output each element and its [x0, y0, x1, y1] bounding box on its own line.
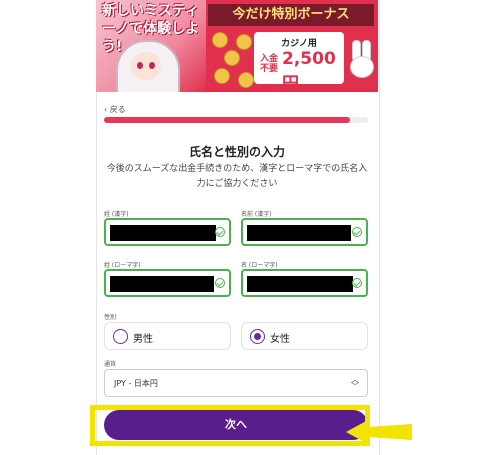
currency-select[interactable]: JPY - 日本円 ︿ ﹀	[104, 369, 368, 397]
redacted-value	[110, 225, 216, 241]
radio-circle-icon	[113, 329, 128, 344]
bonus-amount: 2,500円	[282, 49, 336, 92]
first-name-roman-label: 名 (ローマ字)	[241, 262, 278, 269]
last-name-roman-label: 姓 (ローマ字)	[104, 262, 141, 269]
coin-icon	[238, 72, 254, 88]
coin-icon	[224, 50, 240, 66]
coin-icon	[236, 34, 252, 50]
first-name-kanji-label: 名前 (漢字)	[241, 211, 272, 218]
check-icon	[352, 278, 362, 288]
back-label: 戻る	[109, 105, 126, 114]
check-icon	[215, 227, 225, 237]
progress-fill	[104, 117, 350, 123]
last-name-kanji-label: 姓 (漢字)	[104, 211, 129, 218]
bunny-mascot-icon	[348, 40, 374, 84]
character-face	[131, 52, 161, 80]
highlight-frame	[90, 405, 370, 446]
redacted-value	[247, 225, 351, 241]
coin-icon	[214, 68, 230, 84]
check-icon	[215, 278, 225, 288]
gender-female-label: 女性	[270, 334, 290, 345]
form-description: 今後のスムーズな出金手続きのため、漢字とローマ字での氏名入力にご協力ください	[106, 164, 368, 189]
no-deposit-label: 入金不要	[260, 54, 279, 74]
page-title: 氏名と性別の入力	[188, 145, 285, 159]
first-name-kanji-field[interactable]	[241, 218, 368, 246]
pointer-arrow-icon	[346, 420, 412, 444]
currency-label: 通貨	[104, 361, 117, 368]
gender-male-label: 男性	[133, 334, 153, 345]
radio-selected-icon	[250, 329, 265, 344]
banner-tagline: 新しいミスティーノで体験しよう!	[102, 3, 200, 55]
last-name-kanji-field[interactable]	[104, 218, 231, 246]
back-link[interactable]: ‹ 戻る	[104, 104, 126, 115]
currency-value: JPY - 日本円	[114, 379, 158, 388]
character-eye	[137, 62, 143, 69]
coin-icon	[212, 32, 228, 48]
promo-banner[interactable]: 新しいミスティーノで体験しよう! 今だけ特別ボーナス カジノ用 入金不要 2,5…	[96, 0, 378, 92]
gender-label: 性別	[104, 314, 117, 321]
bonus-title: 今だけ特別ボーナス	[208, 4, 374, 26]
progress-bar	[104, 117, 368, 123]
updown-chevron-icon: ︿ ﹀	[351, 375, 359, 391]
last-name-roman-field[interactable]	[104, 269, 231, 297]
check-icon	[352, 227, 362, 237]
character-eye	[149, 62, 155, 69]
bonus-category: カジノ用	[281, 39, 317, 49]
redacted-value	[247, 276, 353, 292]
bonus-card: カジノ用 入金不要 2,500円	[254, 32, 344, 92]
gender-female-radio[interactable]: 女性	[241, 322, 368, 350]
redacted-value	[110, 276, 214, 292]
gender-male-radio[interactable]: 男性	[104, 322, 231, 350]
first-name-roman-field[interactable]	[241, 269, 368, 297]
